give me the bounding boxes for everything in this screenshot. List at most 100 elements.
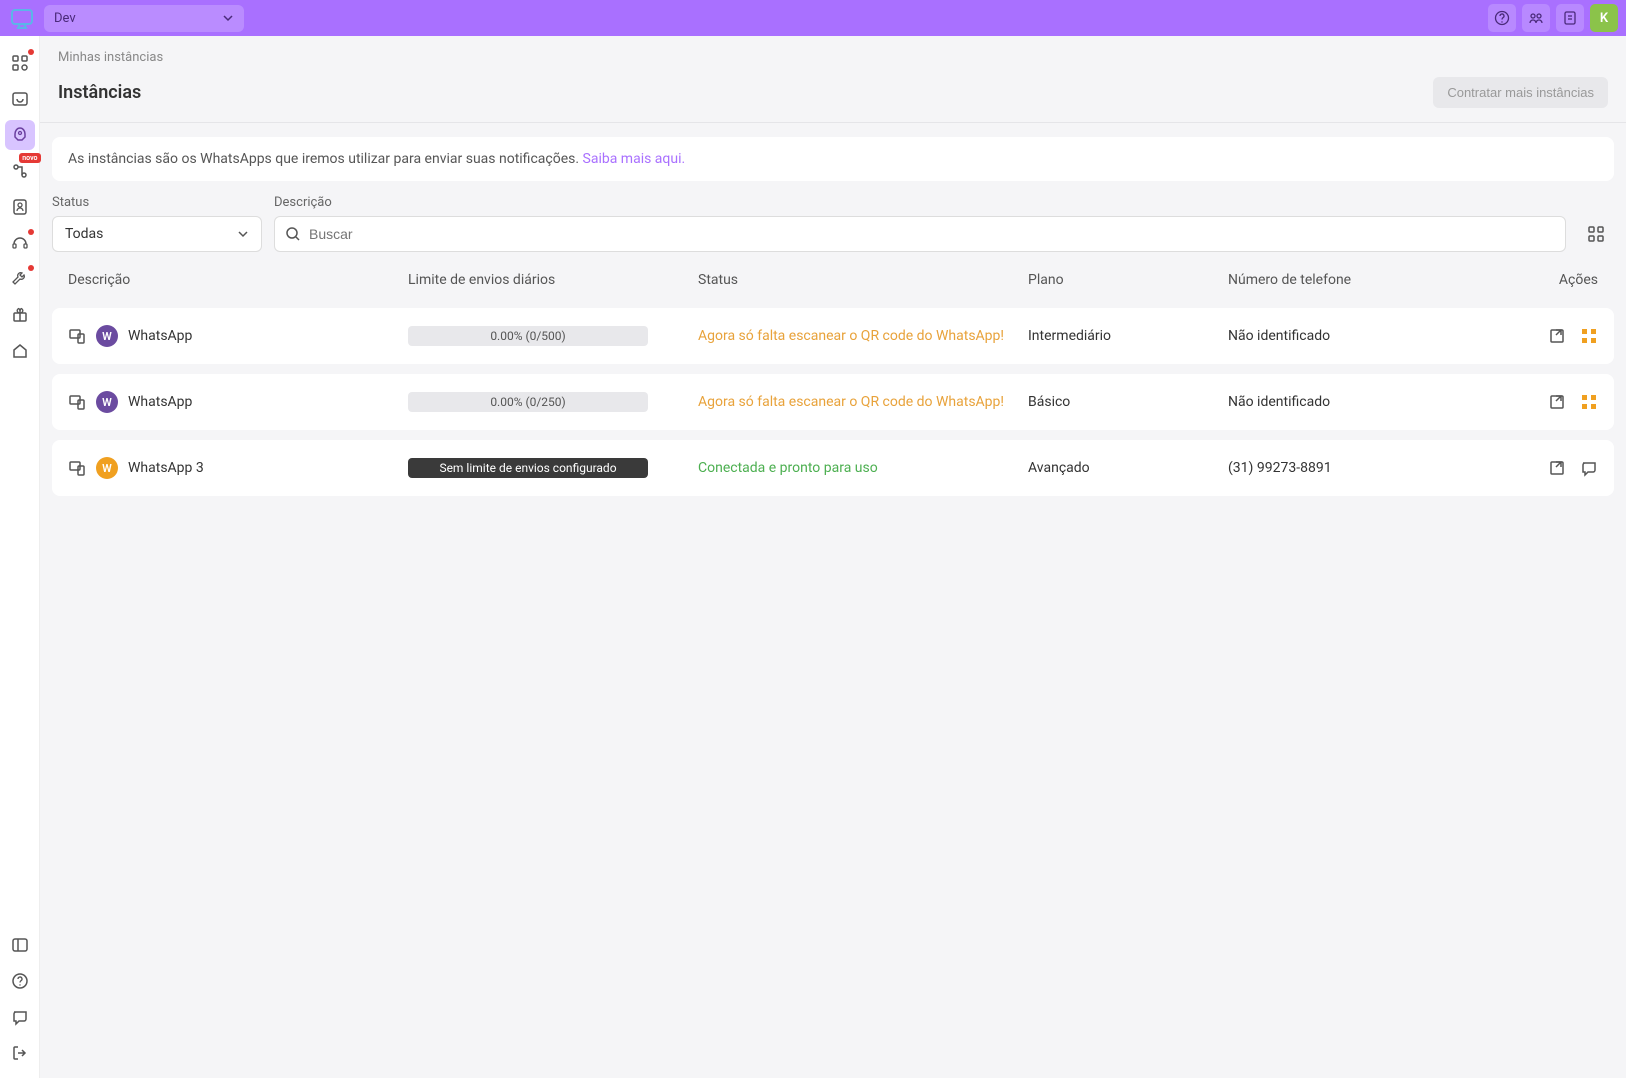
wrench-icon <box>11 270 29 288</box>
col-header-actions: Ações <box>1398 272 1598 288</box>
sidebar-item-chat[interactable] <box>5 1002 35 1032</box>
col-header-phone: Número de telefone <box>1228 272 1398 288</box>
sidebar-item-dashboard[interactable] <box>5 48 35 78</box>
daily-limit-bar: 0.00% (0/250) <box>408 392 648 412</box>
desc-filter-label: Descrição <box>274 195 1566 210</box>
device-icon <box>68 393 86 411</box>
instance-status: Agora só falta escanear o QR code do Wha… <box>698 328 1004 344</box>
team-button[interactable] <box>1522 4 1550 32</box>
grid-icon <box>11 54 29 72</box>
grid-view-icon <box>1587 225 1605 243</box>
device-icon <box>68 459 86 477</box>
open-instance-button[interactable] <box>1548 459 1566 477</box>
notification-dot-icon <box>28 49 34 55</box>
status-filter-value: Todas <box>65 226 103 242</box>
help-icon <box>11 972 29 990</box>
sidebar-item-instances[interactable] <box>5 120 35 150</box>
panel-icon <box>11 936 29 954</box>
sidebar-item-collapse[interactable] <box>5 930 35 960</box>
instance-phone: Não identificado <box>1228 394 1398 410</box>
instance-avatar: W <box>96 391 118 413</box>
workspace-selector[interactable]: Dev <box>44 5 244 32</box>
notification-dot-icon <box>28 229 34 235</box>
col-header-limit: Limite de envios diários <box>408 272 698 288</box>
scan-qr-button[interactable] <box>1580 393 1598 411</box>
sidebar-item-flows[interactable]: novo <box>5 156 35 186</box>
instance-name: WhatsApp 3 <box>128 460 204 476</box>
scan-qr-button[interactable] <box>1580 327 1598 345</box>
headset-icon <box>11 234 29 252</box>
instance-plan: Básico <box>1028 394 1228 410</box>
chevron-down-icon <box>222 12 234 24</box>
sidebar-item-rewards[interactable] <box>5 300 35 330</box>
page-header: Instâncias Contratar mais instâncias <box>40 71 1626 123</box>
table-row: W WhatsApp 0.00% (0/250) Agora só falta … <box>52 374 1614 430</box>
instance-phone: (31) 99273-8891 <box>1228 460 1398 476</box>
filters: Status Todas Descrição <box>40 181 1626 252</box>
col-header-desc: Descrição <box>68 272 408 288</box>
status-filter-select[interactable]: Todas <box>52 216 262 252</box>
col-header-status: Status <box>698 272 1028 288</box>
table-header: Descrição Limite de envios diários Statu… <box>52 262 1614 298</box>
daily-limit-bar: Sem limite de envios configurado <box>408 458 648 478</box>
sidebar-item-contacts[interactable] <box>5 192 35 222</box>
device-icon <box>68 327 86 345</box>
instance-avatar: W <box>96 457 118 479</box>
daily-limit-bar: 0.00% (0/500) <box>408 326 648 346</box>
banner-text: As instâncias são os WhatsApps que iremo… <box>68 151 583 167</box>
open-instance-button[interactable] <box>1548 327 1566 345</box>
sidebar-item-home[interactable] <box>5 336 35 366</box>
contacts-icon <box>11 198 29 216</box>
search-icon <box>285 226 301 242</box>
help-icon <box>1494 10 1510 26</box>
open-chat-button[interactable] <box>1580 459 1598 477</box>
instance-plan: Avançado <box>1028 460 1228 476</box>
topbar-actions: K <box>1488 4 1618 32</box>
team-icon <box>1528 10 1544 26</box>
table-row: W WhatsApp 0.00% (0/500) Agora só falta … <box>52 308 1614 364</box>
notification-dot-icon <box>28 265 34 271</box>
breadcrumb: Minhas instâncias <box>40 36 1626 71</box>
sidebar-item-inbox[interactable] <box>5 84 35 114</box>
open-instance-button[interactable] <box>1548 393 1566 411</box>
search-input-wrap <box>274 216 1566 252</box>
app-logo[interactable] <box>8 4 36 32</box>
banner-link[interactable]: Saiba mais aqui. <box>583 151 686 167</box>
topbar: Dev K <box>0 0 1626 36</box>
sidebar-item-logout[interactable] <box>5 1038 35 1068</box>
chevron-down-icon <box>237 228 249 240</box>
flow-icon <box>11 162 29 180</box>
workspace-name: Dev <box>54 11 76 26</box>
sidebar-item-tools[interactable] <box>5 264 35 294</box>
hire-instances-button[interactable]: Contratar mais instâncias <box>1433 77 1608 108</box>
instance-status: Agora só falta escanear o QR code do Wha… <box>698 394 1004 410</box>
col-header-plan: Plano <box>1028 272 1228 288</box>
gift-icon <box>11 306 29 324</box>
sidebar-item-support[interactable] <box>5 228 35 258</box>
view-toggle-button[interactable] <box>1578 216 1614 252</box>
info-banner: As instâncias são os WhatsApps que iremo… <box>52 137 1614 181</box>
instance-phone: Não identificado <box>1228 328 1398 344</box>
notes-button[interactable] <box>1556 4 1584 32</box>
main-content: Minhas instâncias Instâncias Contratar m… <box>40 36 1626 1078</box>
sidebar-item-help[interactable] <box>5 966 35 996</box>
rocket-icon <box>11 126 29 144</box>
novo-badge: novo <box>19 153 40 163</box>
instances-table: Descrição Limite de envios diários Statu… <box>52 262 1614 496</box>
table-row: W WhatsApp 3 Sem limite de envios config… <box>52 440 1614 496</box>
page-title: Instâncias <box>58 82 141 103</box>
instance-status: Conectada e pronto para uso <box>698 460 878 476</box>
instance-avatar: W <box>96 325 118 347</box>
user-avatar[interactable]: K <box>1590 4 1618 32</box>
instance-name: WhatsApp <box>128 328 192 344</box>
help-button[interactable] <box>1488 4 1516 32</box>
instance-plan: Intermediário <box>1028 328 1228 344</box>
search-input[interactable] <box>309 226 1555 242</box>
notes-icon <box>1562 10 1578 26</box>
status-filter-label: Status <box>52 195 262 210</box>
sidebar: novo <box>0 36 40 1078</box>
logout-icon <box>11 1044 29 1062</box>
instance-name: WhatsApp <box>128 394 192 410</box>
inbox-icon <box>11 90 29 108</box>
chat-icon <box>11 1008 29 1026</box>
